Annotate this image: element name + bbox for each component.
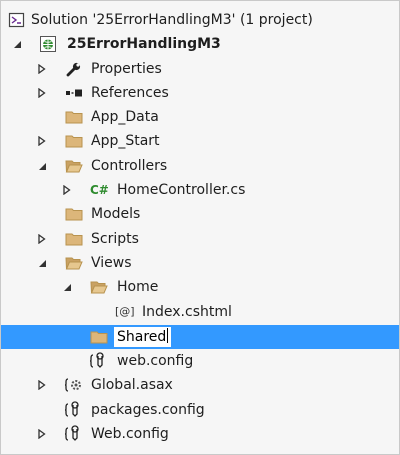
collapsed-arrow-icon[interactable] <box>36 129 48 153</box>
tree-row-properties[interactable]: Properties <box>1 57 399 81</box>
packages-config-label: packages.config <box>91 402 205 418</box>
references-icon <box>65 84 83 102</box>
views-webconfig-label: web.config <box>117 353 194 369</box>
tree-row-views-webconfig[interactable]: web.config <box>1 349 399 373</box>
text-caret <box>167 328 169 343</box>
project-label: 25ErrorHandlingM3 <box>67 36 221 52</box>
app-data-label: App_Data <box>91 109 159 125</box>
controllers-label: Controllers <box>91 158 168 174</box>
folder-icon <box>65 108 83 126</box>
home-controller-label: HomeController.cs <box>117 182 246 198</box>
folder-icon <box>90 328 108 346</box>
tree-row-project[interactable]: 25ErrorHandlingM3 <box>1 32 399 56</box>
tree-row-solution[interactable]: Solution '25ErrorHandlingM3' (1 project) <box>1 8 399 32</box>
expanded-arrow-icon[interactable] <box>36 154 48 178</box>
folder-icon <box>65 132 83 150</box>
razor-file-icon: [@] <box>115 305 135 318</box>
tree-row-global-asax[interactable]: Global.asax <box>1 373 399 397</box>
collapsed-arrow-icon[interactable] <box>36 422 48 446</box>
views-label: Views <box>91 255 132 271</box>
root-webconfig-label: Web.config <box>91 426 169 442</box>
tree-row-views[interactable]: Views <box>1 251 399 275</box>
scripts-label: Scripts <box>91 231 139 247</box>
web-project-icon <box>39 35 57 53</box>
global-asax-icon <box>65 376 83 394</box>
references-label: References <box>91 85 169 101</box>
open-folder-icon <box>65 157 83 175</box>
tree-row-packages-config[interactable]: packages.config <box>1 398 399 422</box>
tree-row-root-webconfig[interactable]: Web.config <box>1 422 399 446</box>
collapsed-arrow-icon[interactable] <box>36 81 48 105</box>
solution-icon <box>8 11 26 29</box>
tree-row-index[interactable]: [@] Index.cshtml <box>1 300 399 324</box>
expanded-arrow-icon[interactable] <box>36 251 48 275</box>
tree-row-models[interactable]: Models <box>1 202 399 226</box>
csharp-file-icon: C# <box>90 183 109 197</box>
tree-row-app-start[interactable]: App_Start <box>1 129 399 153</box>
tree-row-shared-selected[interactable]: Shared <box>1 325 399 349</box>
folder-icon <box>65 230 83 248</box>
global-asax-label: Global.asax <box>91 377 173 393</box>
rename-input-text: Shared <box>117 329 167 345</box>
collapsed-arrow-icon[interactable] <box>61 178 73 202</box>
tree-row-references[interactable]: References <box>1 81 399 105</box>
folder-icon <box>65 205 83 223</box>
open-folder-icon <box>90 278 108 296</box>
tree-row-home-controller[interactable]: C# HomeController.cs <box>1 178 399 202</box>
expanded-arrow-icon[interactable] <box>11 32 23 56</box>
collapsed-arrow-icon[interactable] <box>36 57 48 81</box>
collapsed-arrow-icon[interactable] <box>36 227 48 251</box>
collapsed-arrow-icon[interactable] <box>36 373 48 397</box>
home-label: Home <box>117 279 159 295</box>
tree-row-home[interactable]: Home <box>1 275 399 299</box>
solution-label: Solution '25ErrorHandlingM3' (1 project) <box>31 12 313 28</box>
config-file-icon <box>65 401 83 419</box>
app-start-label: App_Start <box>91 133 160 149</box>
properties-label: Properties <box>91 61 162 77</box>
expanded-arrow-icon[interactable] <box>61 275 73 299</box>
wrench-icon <box>65 60 83 78</box>
config-file-icon <box>90 352 108 370</box>
tree-row-app-data[interactable]: App_Data <box>1 105 399 129</box>
rename-input[interactable]: Shared <box>113 326 173 348</box>
models-label: Models <box>91 206 141 222</box>
tree-row-controllers[interactable]: Controllers <box>1 154 399 178</box>
index-label: Index.cshtml <box>142 304 232 320</box>
open-folder-icon <box>65 254 83 272</box>
tree-row-scripts[interactable]: Scripts <box>1 227 399 251</box>
solution-explorer-tree: Solution '25ErrorHandlingM3' (1 project)… <box>0 0 400 455</box>
config-file-icon <box>65 425 83 443</box>
